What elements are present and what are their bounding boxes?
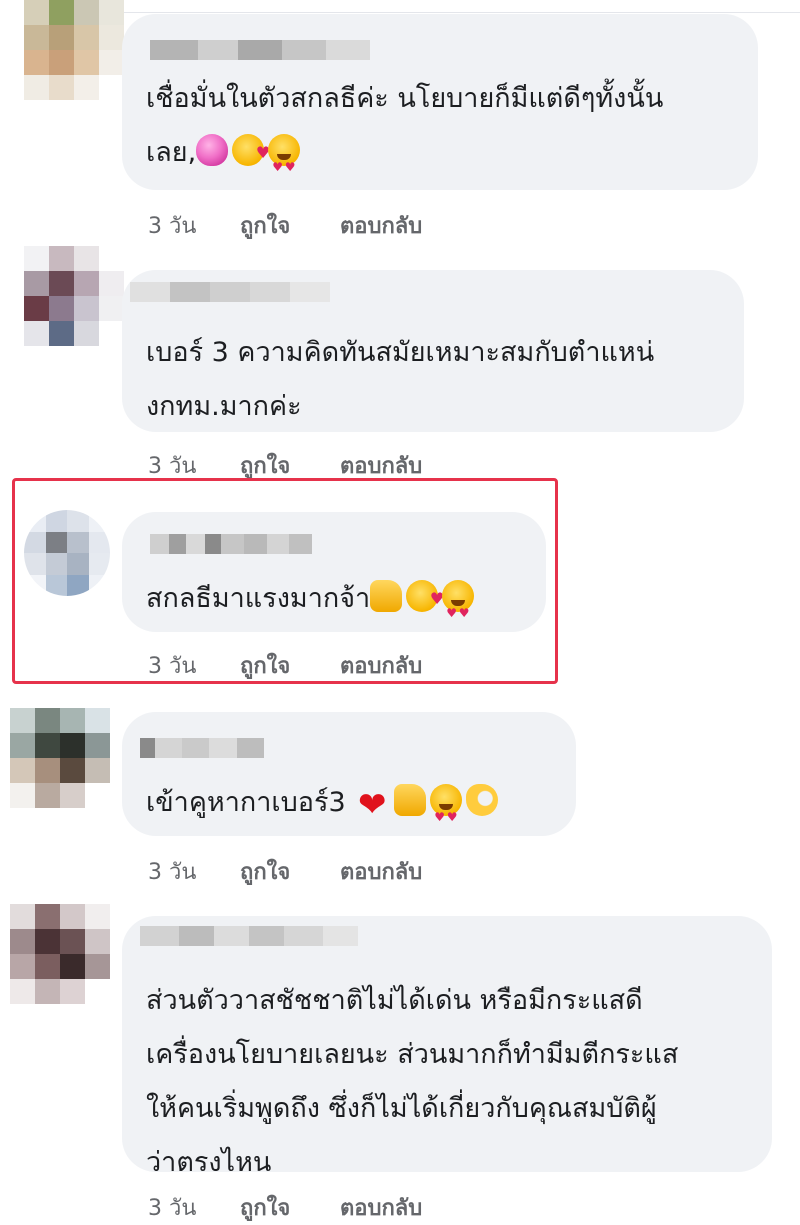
commenter-name[interactable]	[150, 534, 312, 554]
comment-text: เบอร์ 3 ความคิดทันสมัยเหมาะสมกับตำแหน่ ง…	[146, 337, 655, 422]
comment-actions: 3 วัน ถูกใจ ตอบกลับ	[148, 208, 422, 243]
comment-time[interactable]: 3 วัน	[148, 648, 240, 683]
comment-time[interactable]: 3 วัน	[148, 208, 240, 243]
avatar[interactable]	[10, 904, 110, 1004]
heart-eyes-emoji	[268, 134, 301, 194]
smiling-face-with-hearts-emoji	[232, 126, 270, 180]
avatar[interactable]	[24, 0, 124, 100]
smiling-face-with-hearts-emoji	[406, 572, 444, 626]
comment-text: ส่วนตัววาสชัชชาติไม่ได้เด่น หรือมีกระแสด…	[146, 985, 679, 1178]
comment-time[interactable]: 3 วัน	[148, 1190, 240, 1225]
reply-button[interactable]: ตอบกลับ	[340, 648, 422, 683]
like-button[interactable]: ถูกใจ	[240, 1190, 340, 1225]
comment-time[interactable]: 3 วัน	[148, 854, 240, 889]
comment-text: เชื่อมั่นในตัวสกลธีค่ะ นโยบายก็มีแต่ดีๆท…	[146, 72, 663, 194]
comment-text: เข้าคูหากาเบอร์3 ❤	[146, 776, 502, 844]
comment-text: สกลธีมาแรงมากจ้า	[146, 572, 478, 640]
commenter-name[interactable]	[140, 738, 264, 758]
avatar[interactable]	[10, 708, 110, 808]
red-heart-emoji: ❤	[357, 785, 387, 825]
ok-hand-emoji	[466, 784, 499, 816]
avatar[interactable]	[24, 510, 110, 596]
thumbs-up-emoji	[394, 784, 427, 816]
comment-actions: 3 วัน ถูกใจ ตอบกลับ	[148, 1190, 422, 1225]
avatar[interactable]	[24, 246, 124, 346]
commenter-name[interactable]	[140, 926, 358, 946]
reply-button[interactable]: ตอบกลับ	[340, 1190, 422, 1225]
commenter-name[interactable]	[130, 282, 330, 302]
like-button[interactable]: ถูกใจ	[240, 208, 340, 243]
commenter-name[interactable]	[150, 40, 370, 60]
heart-eyes-emoji	[430, 784, 463, 844]
thumbs-up-emoji	[370, 580, 403, 612]
top-divider	[120, 12, 800, 13]
pink-heart-emoji	[196, 134, 229, 166]
comment-actions: 3 วัน ถูกใจ ตอบกลับ	[148, 854, 422, 889]
reply-button[interactable]: ตอบกลับ	[340, 208, 422, 243]
like-button[interactable]: ถูกใจ	[240, 854, 340, 889]
reply-button[interactable]: ตอบกลับ	[340, 854, 422, 889]
like-button[interactable]: ถูกใจ	[240, 648, 340, 683]
heart-eyes-emoji	[442, 580, 475, 640]
comment-actions: 3 วัน ถูกใจ ตอบกลับ	[148, 648, 422, 683]
